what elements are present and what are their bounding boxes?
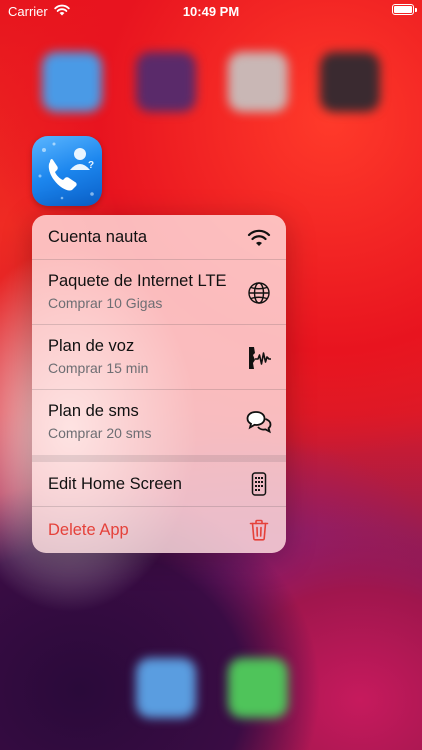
wifi-icon — [246, 225, 272, 251]
menu-item-delete-app[interactable]: Delete App — [32, 507, 286, 553]
menu-item-subtitle: Comprar 10 Gigas — [48, 295, 163, 311]
menu-item-subtitle: Comprar 15 min — [48, 360, 149, 376]
menu-item-cuenta-nauta[interactable]: Cuenta nauta — [32, 215, 286, 260]
menu-item-title: Plan de sms — [48, 402, 139, 420]
svg-text:?: ? — [88, 160, 94, 171]
trash-icon — [246, 517, 272, 543]
menu-item-edit-home-screen[interactable]: Edit Home Screen — [32, 462, 286, 507]
menu-item-plan-de-sms[interactable]: Plan de sms Comprar 20 sms — [32, 390, 286, 455]
menu-item-paquete-internet[interactable]: Paquete de Internet LTE Comprar 10 Gigas — [32, 260, 286, 325]
phone-contact-icon: ? — [38, 142, 94, 200]
menu-section-separator — [32, 455, 286, 462]
menu-item-subtitle: Comprar 20 sms — [48, 425, 152, 441]
blurred-app-icon — [228, 52, 288, 112]
phone-grid-icon — [246, 471, 272, 497]
blurred-dock-icon — [228, 658, 288, 718]
app-icon[interactable]: ? — [32, 136, 102, 206]
menu-item-title: Cuenta nauta — [48, 228, 148, 246]
menu-item-plan-de-voz[interactable]: Plan de voz Comprar 15 min — [32, 325, 286, 390]
status-time: 10:49 PM — [182, 4, 240, 19]
menu-item-title: Plan de voz — [48, 337, 135, 355]
menu-item-title: Delete App — [48, 521, 129, 539]
menu-item-title: Edit Home Screen — [48, 475, 182, 493]
blurred-app-icon — [136, 52, 196, 112]
blurred-dock-icon — [136, 658, 196, 718]
blurred-app-icon — [42, 52, 102, 112]
chat-bubbles-icon — [246, 409, 272, 435]
voice-wave-icon — [246, 345, 272, 371]
menu-item-title: Paquete de Internet LTE — [48, 272, 227, 290]
globe-icon — [246, 280, 272, 306]
battery-icon — [392, 4, 417, 15]
blurred-app-icon — [320, 52, 380, 112]
quick-actions-menu: Cuenta nauta Paquete de Internet LTE Com… — [32, 215, 286, 553]
status-bar: Carrier 10:49 PM — [0, 0, 422, 24]
